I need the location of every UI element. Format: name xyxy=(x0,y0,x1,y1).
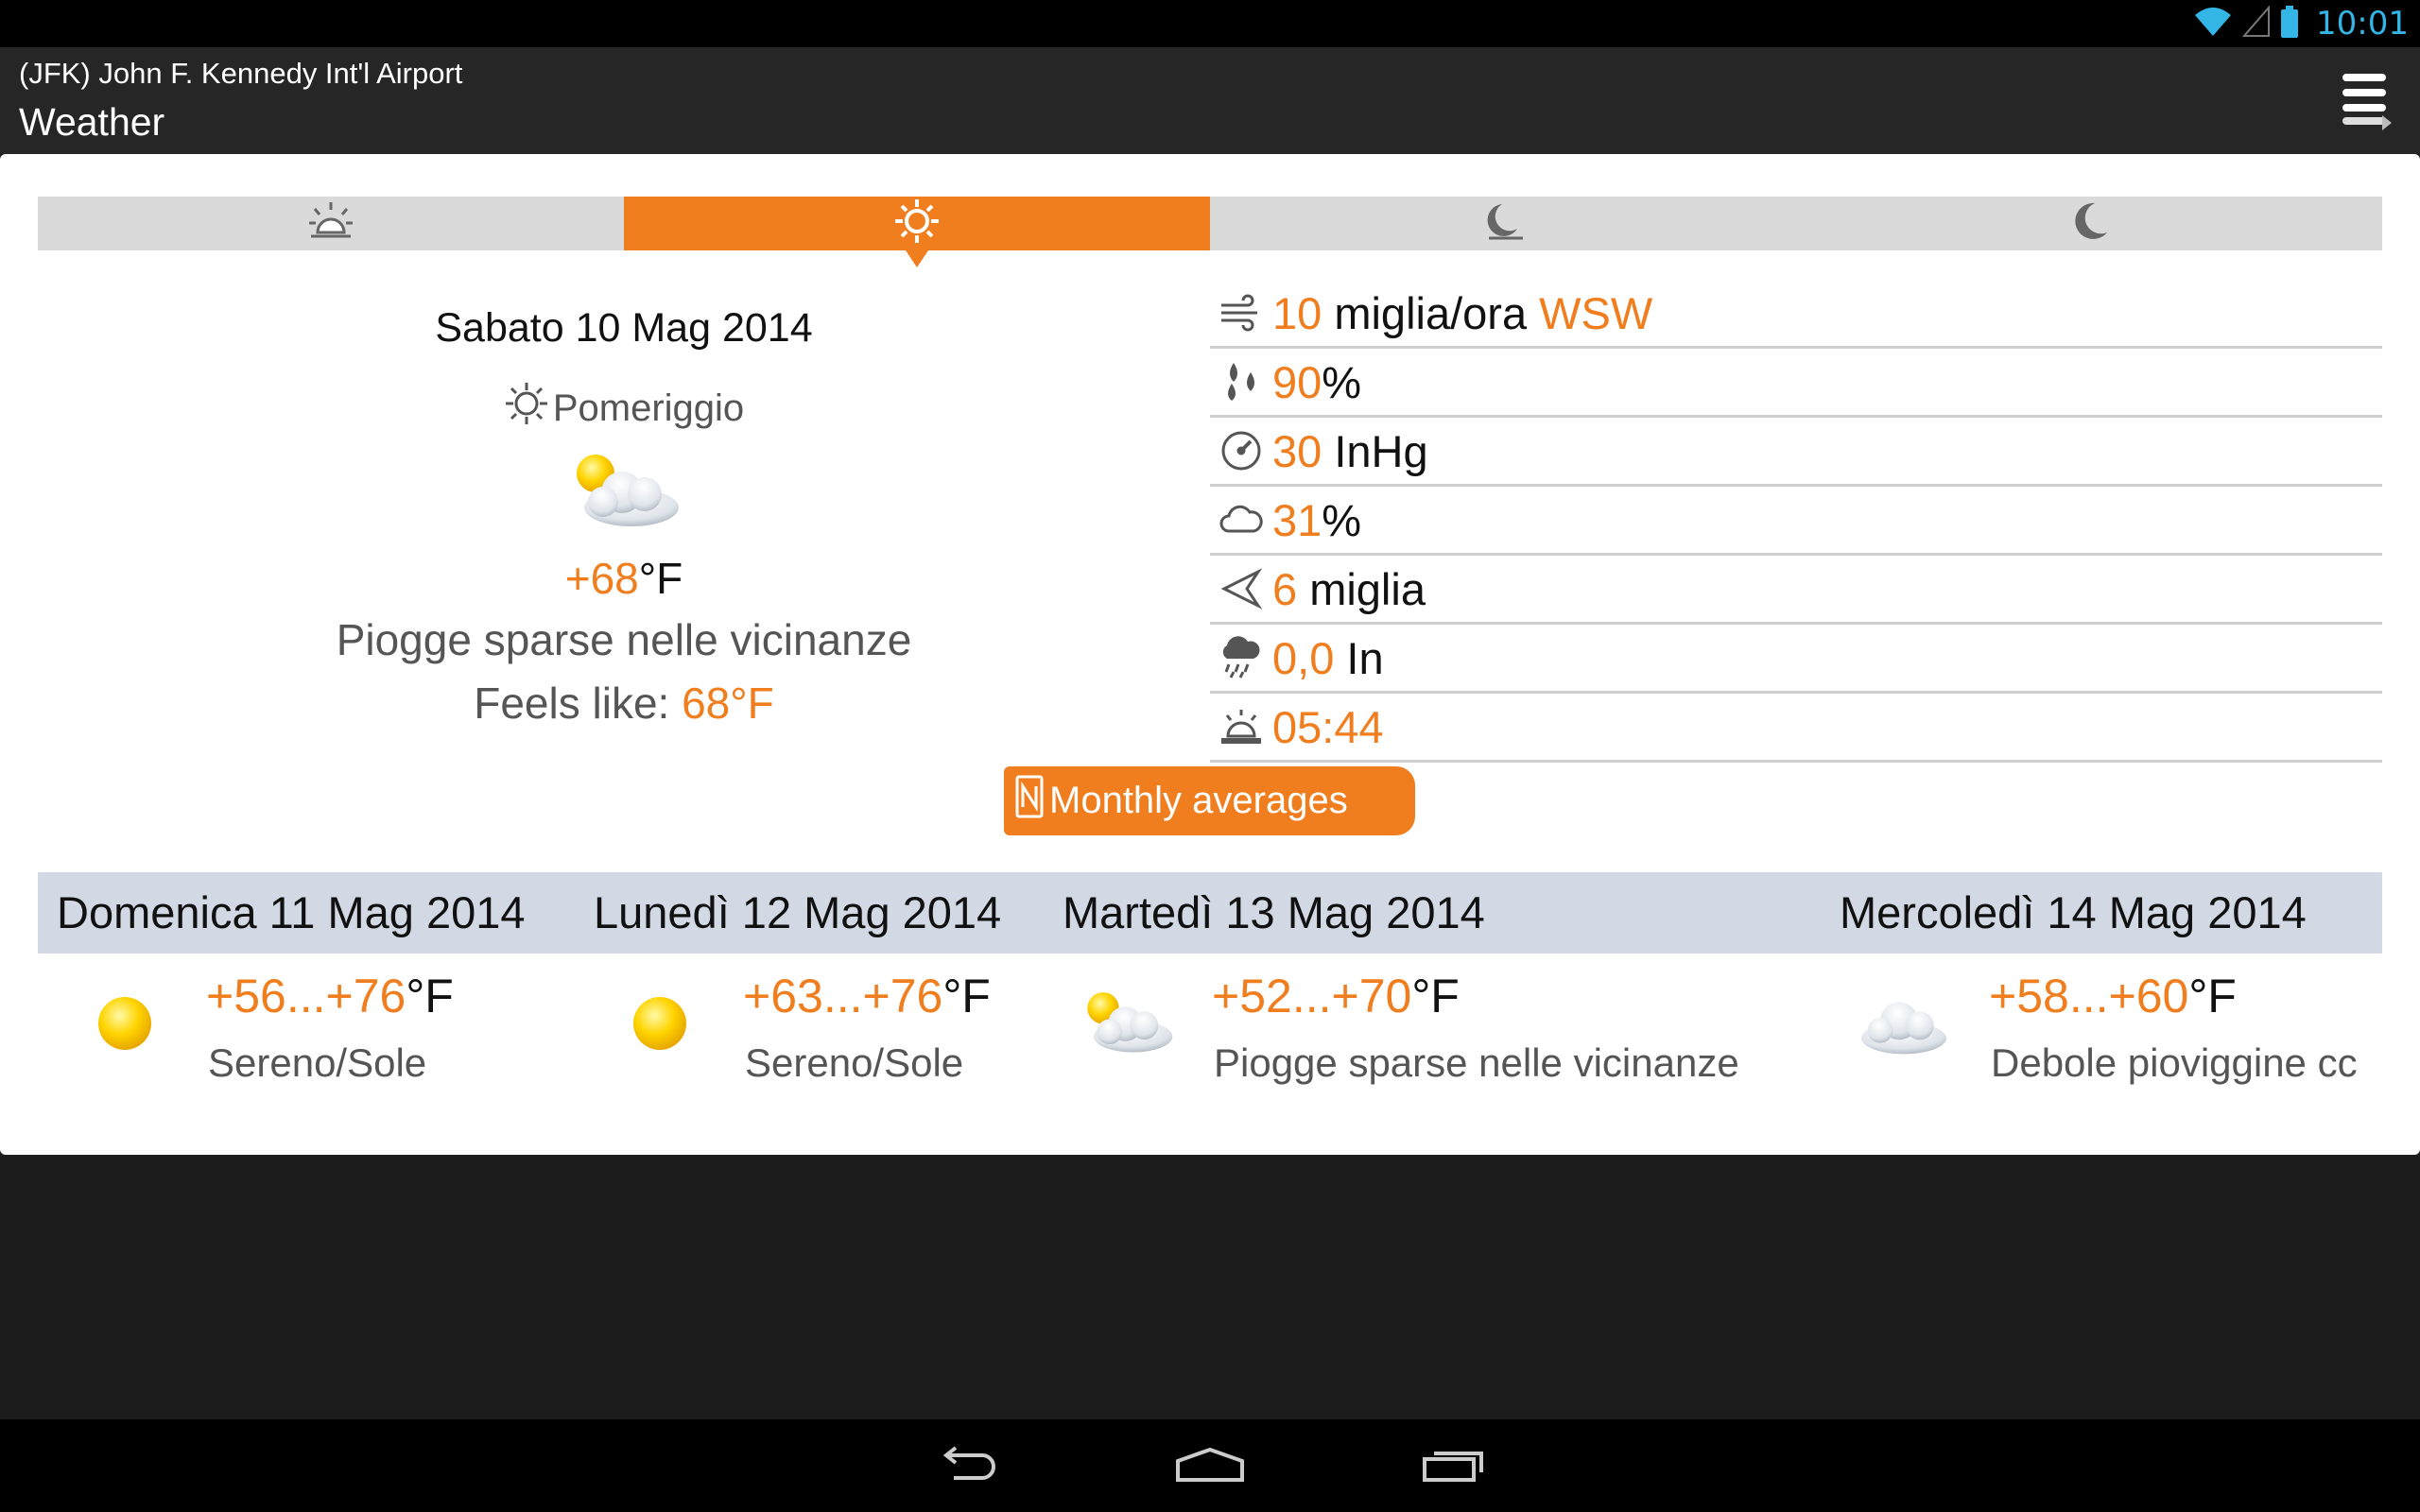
moon-icon xyxy=(2068,200,2110,247)
detail-cloud-cover: 31% xyxy=(1210,487,2382,556)
recent-apps-button[interactable] xyxy=(1407,1438,1501,1495)
forecast-temp-3: +52...+70°F xyxy=(1212,969,1460,1023)
tab-night[interactable] xyxy=(1796,197,2382,250)
weather-card: Sabato 10 Mag 2014 Pomeriggio +68°F Piog… xyxy=(0,154,2420,1155)
forecast-temp-unit-3: °F xyxy=(1411,970,1460,1022)
current-description: Piogge sparse nelle vicinanze xyxy=(336,615,912,664)
signal-icon xyxy=(2241,4,2271,43)
status-icons: 10:01 xyxy=(2193,4,2409,43)
visibility-icon xyxy=(1218,565,1265,612)
detail-precipitation: 0,0 In xyxy=(1210,625,2382,694)
forecast-temp-1: +56...+76°F xyxy=(206,969,454,1023)
pressure-value: 30 xyxy=(1272,425,1322,476)
forecast-desc-4: Debole pioviggine cc xyxy=(1991,1040,2358,1085)
tab-morning[interactable] xyxy=(38,197,624,250)
visibility-unit: miglia xyxy=(1297,563,1426,614)
feels-like-label: Feels like: xyxy=(474,679,683,728)
feels-like-unit: °F xyxy=(730,679,774,728)
forecast-temp-unit-2: °F xyxy=(942,970,991,1022)
calendar-icon xyxy=(1015,775,1044,828)
sun-icon xyxy=(95,993,155,1058)
precipitation-unit: In xyxy=(1334,632,1384,683)
location-subtitle: (JFK) John F. Kennedy Int'l Airport xyxy=(19,57,463,90)
precipitation-value: 0,0 xyxy=(1272,632,1335,683)
forecast-desc-2: Sereno/Sole xyxy=(745,1040,964,1085)
detail-visibility: 6 miglia xyxy=(1210,556,2382,625)
recent-apps-icon xyxy=(1421,1446,1487,1488)
visibility-value: 6 xyxy=(1272,563,1298,614)
sunrise-value: 05:44 xyxy=(1272,701,1384,752)
back-button[interactable] xyxy=(921,1438,1015,1495)
wind-speed-value: 10 xyxy=(1272,287,1322,338)
sun-icon xyxy=(893,198,941,249)
forecast-day-2: Lunedì 12 Mag 2014 xyxy=(594,887,1002,937)
current-temp-unit: °F xyxy=(638,554,683,603)
forecast-header: Domenica 11 Mag 2014 Lunedì 12 Mag 2014 … xyxy=(38,872,2382,954)
forecast-desc-3: Piogge sparse nelle vicinanze xyxy=(1214,1040,1739,1085)
forecast-temp-2: +63...+76°F xyxy=(743,969,991,1023)
current-temperature: +68°F xyxy=(38,553,1210,604)
detail-sunrise: 05:44 xyxy=(1210,694,2382,763)
detail-wind: 10 miglia/ora WSW xyxy=(1210,280,2382,349)
tab-afternoon[interactable] xyxy=(624,197,1210,267)
tab-evening[interactable] xyxy=(1210,197,1796,250)
feels-like-value: 68 xyxy=(682,679,731,728)
forecast-temp-unit-4: °F xyxy=(2188,970,2237,1022)
wind-direction: WSW xyxy=(1539,287,1653,338)
back-icon xyxy=(935,1445,1001,1488)
feels-like: Feels like: 68°F xyxy=(38,678,1210,729)
status-time: 10:01 xyxy=(2316,5,2409,43)
forecast-desc-1: Sereno/Sole xyxy=(208,1040,427,1085)
forecast-temp-range-3: +52...+70 xyxy=(1212,970,1412,1022)
cloud-cover-value: 31 xyxy=(1272,494,1322,545)
moonset-icon xyxy=(1479,200,1527,247)
detail-pressure: 30 InHg xyxy=(1210,418,2382,487)
humidity-value: 90 xyxy=(1272,356,1322,407)
home-icon xyxy=(1174,1446,1246,1488)
cloud-icon xyxy=(1857,989,1951,1060)
navigation-bar xyxy=(0,1419,2420,1512)
humidity-unit: % xyxy=(1322,356,1362,407)
overflow-menu-button[interactable] xyxy=(2341,68,2394,130)
current-date: Sabato 10 Mag 2014 xyxy=(435,305,813,351)
precipitation-icon xyxy=(1218,634,1265,681)
humidity-icon xyxy=(1218,358,1265,405)
wifi-icon xyxy=(2193,6,2233,43)
status-bar: 10:01 xyxy=(0,0,2420,47)
forecast-day-1: Domenica 11 Mag 2014 xyxy=(57,887,526,937)
action-bar: (JFK) John F. Kennedy Int'l Airport Weat… xyxy=(0,47,2420,154)
sunrise-time-icon xyxy=(1218,703,1265,750)
wind-speed-unit: miglia/ora xyxy=(1322,287,1540,338)
cloud-cover-icon xyxy=(1218,496,1265,543)
forecast-temp-range-4: +58...+60 xyxy=(1989,970,2189,1022)
detail-humidity: 90% xyxy=(1210,349,2382,418)
current-period: Pomeriggio xyxy=(38,381,1210,436)
sun-icon xyxy=(630,993,690,1058)
sunrise-icon xyxy=(307,200,354,247)
wind-icon xyxy=(1218,289,1265,336)
current-period-label: Pomeriggio xyxy=(552,387,745,429)
partly-cloudy-icon xyxy=(1080,986,1174,1062)
monthly-averages-label: Monthly averages xyxy=(1049,780,1348,821)
forecast-temp-range-2: +63...+76 xyxy=(743,970,943,1022)
forecast-temp-unit-1: °F xyxy=(406,970,454,1022)
forecast-temp-4: +58...+60°F xyxy=(1989,969,2237,1023)
monthly-averages-button[interactable]: Monthly averages xyxy=(1004,766,1415,835)
current-temp-value: +68 xyxy=(564,554,639,603)
forecast-temp-range-1: +56...+76 xyxy=(206,970,406,1022)
day-period-tabs xyxy=(38,197,2382,267)
home-button[interactable] xyxy=(1163,1438,1257,1495)
sun-outline-icon xyxy=(504,381,549,436)
forecast-day-3: Martedì 13 Mag 2014 xyxy=(1063,887,1485,937)
forecast-day-4: Mercoledì 14 Mag 2014 xyxy=(1840,887,2307,937)
pressure-icon xyxy=(1218,427,1265,474)
partly-cloudy-icon xyxy=(567,447,681,537)
pressure-unit: InHg xyxy=(1322,425,1428,476)
cloud-cover-unit: % xyxy=(1322,494,1362,545)
overflow-menu-icon xyxy=(2341,74,2394,134)
page-title: Weather xyxy=(19,100,165,144)
weather-details: 10 miglia/ora WSW 90% 30 InHg 31 % 6 mig… xyxy=(1210,280,2382,763)
battery-icon xyxy=(2280,5,2299,43)
